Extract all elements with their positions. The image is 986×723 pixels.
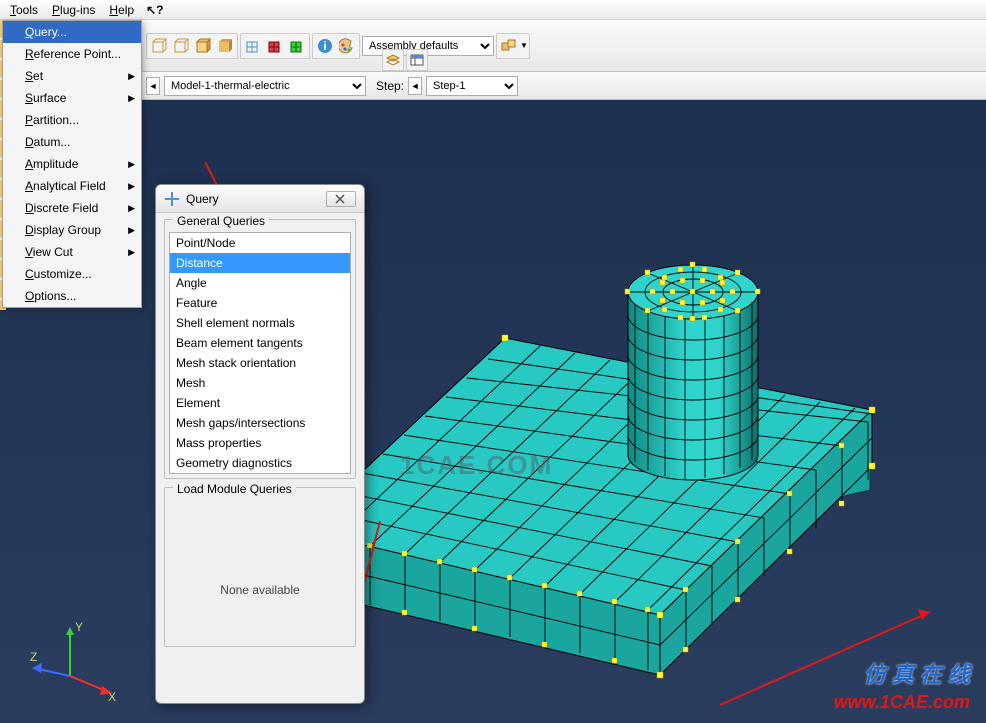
query-list-item[interactable]: Mass properties (170, 433, 350, 453)
tools-menu-item[interactable]: Datum... (3, 131, 141, 153)
chinese-branding: 仿 真 在 线 (864, 657, 970, 689)
query-dialog-icon (164, 191, 180, 207)
prev-model-button[interactable]: ◄ (146, 77, 160, 95)
toolbar-group-apply: ▼ (496, 33, 530, 59)
svg-text:i: i (323, 39, 326, 53)
step-label: Step: (376, 79, 404, 93)
toolbar-secondary (382, 49, 428, 71)
tools-menu-item[interactable]: Analytical Field▶ (3, 175, 141, 197)
menubar: TToolsools Plug-ins Help ↖? (0, 0, 986, 20)
submenu-arrow-icon: ▶ (128, 178, 135, 194)
menu-plugins[interactable]: Plug-ins (46, 1, 101, 19)
mesh-wire-icon[interactable] (242, 35, 264, 57)
tools-menu-item[interactable]: Set▶ (3, 65, 141, 87)
toolbar-group-wire (146, 33, 238, 59)
shaded-cube-icon[interactable] (192, 35, 214, 57)
submenu-arrow-icon: ▶ (128, 68, 135, 84)
mesh-shaded-icon[interactable] (264, 35, 286, 57)
query-list-item[interactable]: Feature (170, 293, 350, 313)
menu-help[interactable]: Help (103, 1, 140, 19)
tools-menu-item[interactable]: Query... (3, 21, 141, 43)
tools-menu-item[interactable]: Display Group▶ (3, 219, 141, 241)
no-queries-text: None available (165, 583, 355, 597)
close-icon (335, 194, 347, 204)
toolbar-group-mesh (240, 33, 310, 59)
query-list-item[interactable]: Point/Node (170, 233, 350, 253)
whats-this-icon[interactable]: ↖? (146, 3, 163, 17)
load-module-queries-group: Load Module Queries None available (164, 487, 356, 647)
general-queries-list[interactable]: Point/NodeDistanceAngleFeatureShell elem… (169, 232, 351, 474)
tools-menu-item[interactable]: Surface▶ (3, 87, 141, 109)
url-branding: www.1CAE.com (834, 692, 970, 713)
submenu-arrow-icon: ▶ (128, 156, 135, 172)
axis-triad: Y X Z (30, 621, 110, 701)
mesh-solid-icon[interactable] (286, 35, 308, 57)
menu-tools[interactable]: TToolsools (4, 1, 44, 19)
step-combo[interactable]: Step-1 (426, 76, 518, 96)
wire-cube-icon[interactable] (148, 35, 170, 57)
tools-menu-item[interactable]: View Cut▶ (3, 241, 141, 263)
query-list-item[interactable]: Beam element tangents (170, 333, 350, 353)
submenu-arrow-icon: ▶ (128, 200, 135, 216)
axis-x-label: X (108, 690, 116, 704)
tools-menu-item[interactable]: Options... (3, 285, 141, 307)
query-list-item[interactable]: Angle (170, 273, 350, 293)
toolbar-group-info: i (312, 33, 360, 59)
model-bar: ◄ Model-1-thermal-electric Step: ◄ Step-… (0, 72, 986, 100)
query-list-item[interactable]: Mesh (170, 373, 350, 393)
tools-menu-item[interactable]: Partition... (3, 109, 141, 131)
palette-icon[interactable] (336, 35, 358, 57)
submenu-arrow-icon: ▶ (128, 222, 135, 238)
dropdown-arrow-icon[interactable]: ▼ (520, 41, 528, 50)
tools-menu-dropdown: Query...Reference Point...Set▶Surface▶Pa… (2, 20, 142, 308)
query-list-item[interactable]: Mesh gaps/intersections (170, 413, 350, 433)
axis-z-label: Z (30, 650, 37, 664)
mesh-model-svg (0, 100, 986, 723)
query-list-item[interactable]: Distance (170, 253, 350, 273)
model-combo[interactable]: Model-1-thermal-electric (164, 76, 366, 96)
query-dialog-body: General Queries Point/NodeDistanceAngleF… (156, 213, 364, 653)
info-icon[interactable]: i (314, 35, 336, 57)
query-list-item[interactable]: Mesh stack orientation (170, 353, 350, 373)
solid-cube-icon[interactable] (214, 35, 236, 57)
load-module-queries-label: Load Module Queries (173, 482, 296, 496)
hidden-cube-icon[interactable] (170, 35, 192, 57)
query-list-item[interactable]: Geometry diagnostics (170, 453, 350, 473)
viewport-3d[interactable]: 1CAE.COM 仿 真 在 线 www.1CAE.com Y X Z (0, 100, 986, 723)
submenu-arrow-icon: ▶ (128, 244, 135, 260)
layer-icon[interactable] (382, 49, 404, 71)
tools-menu-item[interactable]: Customize... (3, 263, 141, 285)
tools-menu-item[interactable]: Reference Point... (3, 43, 141, 65)
apply-boxes-icon[interactable] (498, 35, 520, 57)
table-icon[interactable] (406, 49, 428, 71)
general-queries-label: General Queries (173, 214, 269, 228)
close-button[interactable] (326, 191, 356, 207)
submenu-arrow-icon: ▶ (128, 90, 135, 106)
query-list-item[interactable]: Element (170, 393, 350, 413)
general-queries-group: General Queries Point/NodeDistanceAngleF… (164, 219, 356, 479)
tools-menu-item[interactable]: Discrete Field▶ (3, 197, 141, 219)
axis-y-label: Y (75, 620, 83, 634)
query-list-item[interactable]: Shell element normals (170, 313, 350, 333)
query-dialog-title: Query (186, 192, 219, 206)
tools-menu-item[interactable]: Amplitude▶ (3, 153, 141, 175)
toolbar-main: i Assembly defaults ▼ (0, 20, 986, 72)
prev-step-button[interactable]: ◄ (408, 77, 422, 95)
query-dialog-titlebar[interactable]: Query (156, 185, 364, 213)
query-dialog: Query General Queries Point/NodeDistance… (155, 184, 365, 704)
